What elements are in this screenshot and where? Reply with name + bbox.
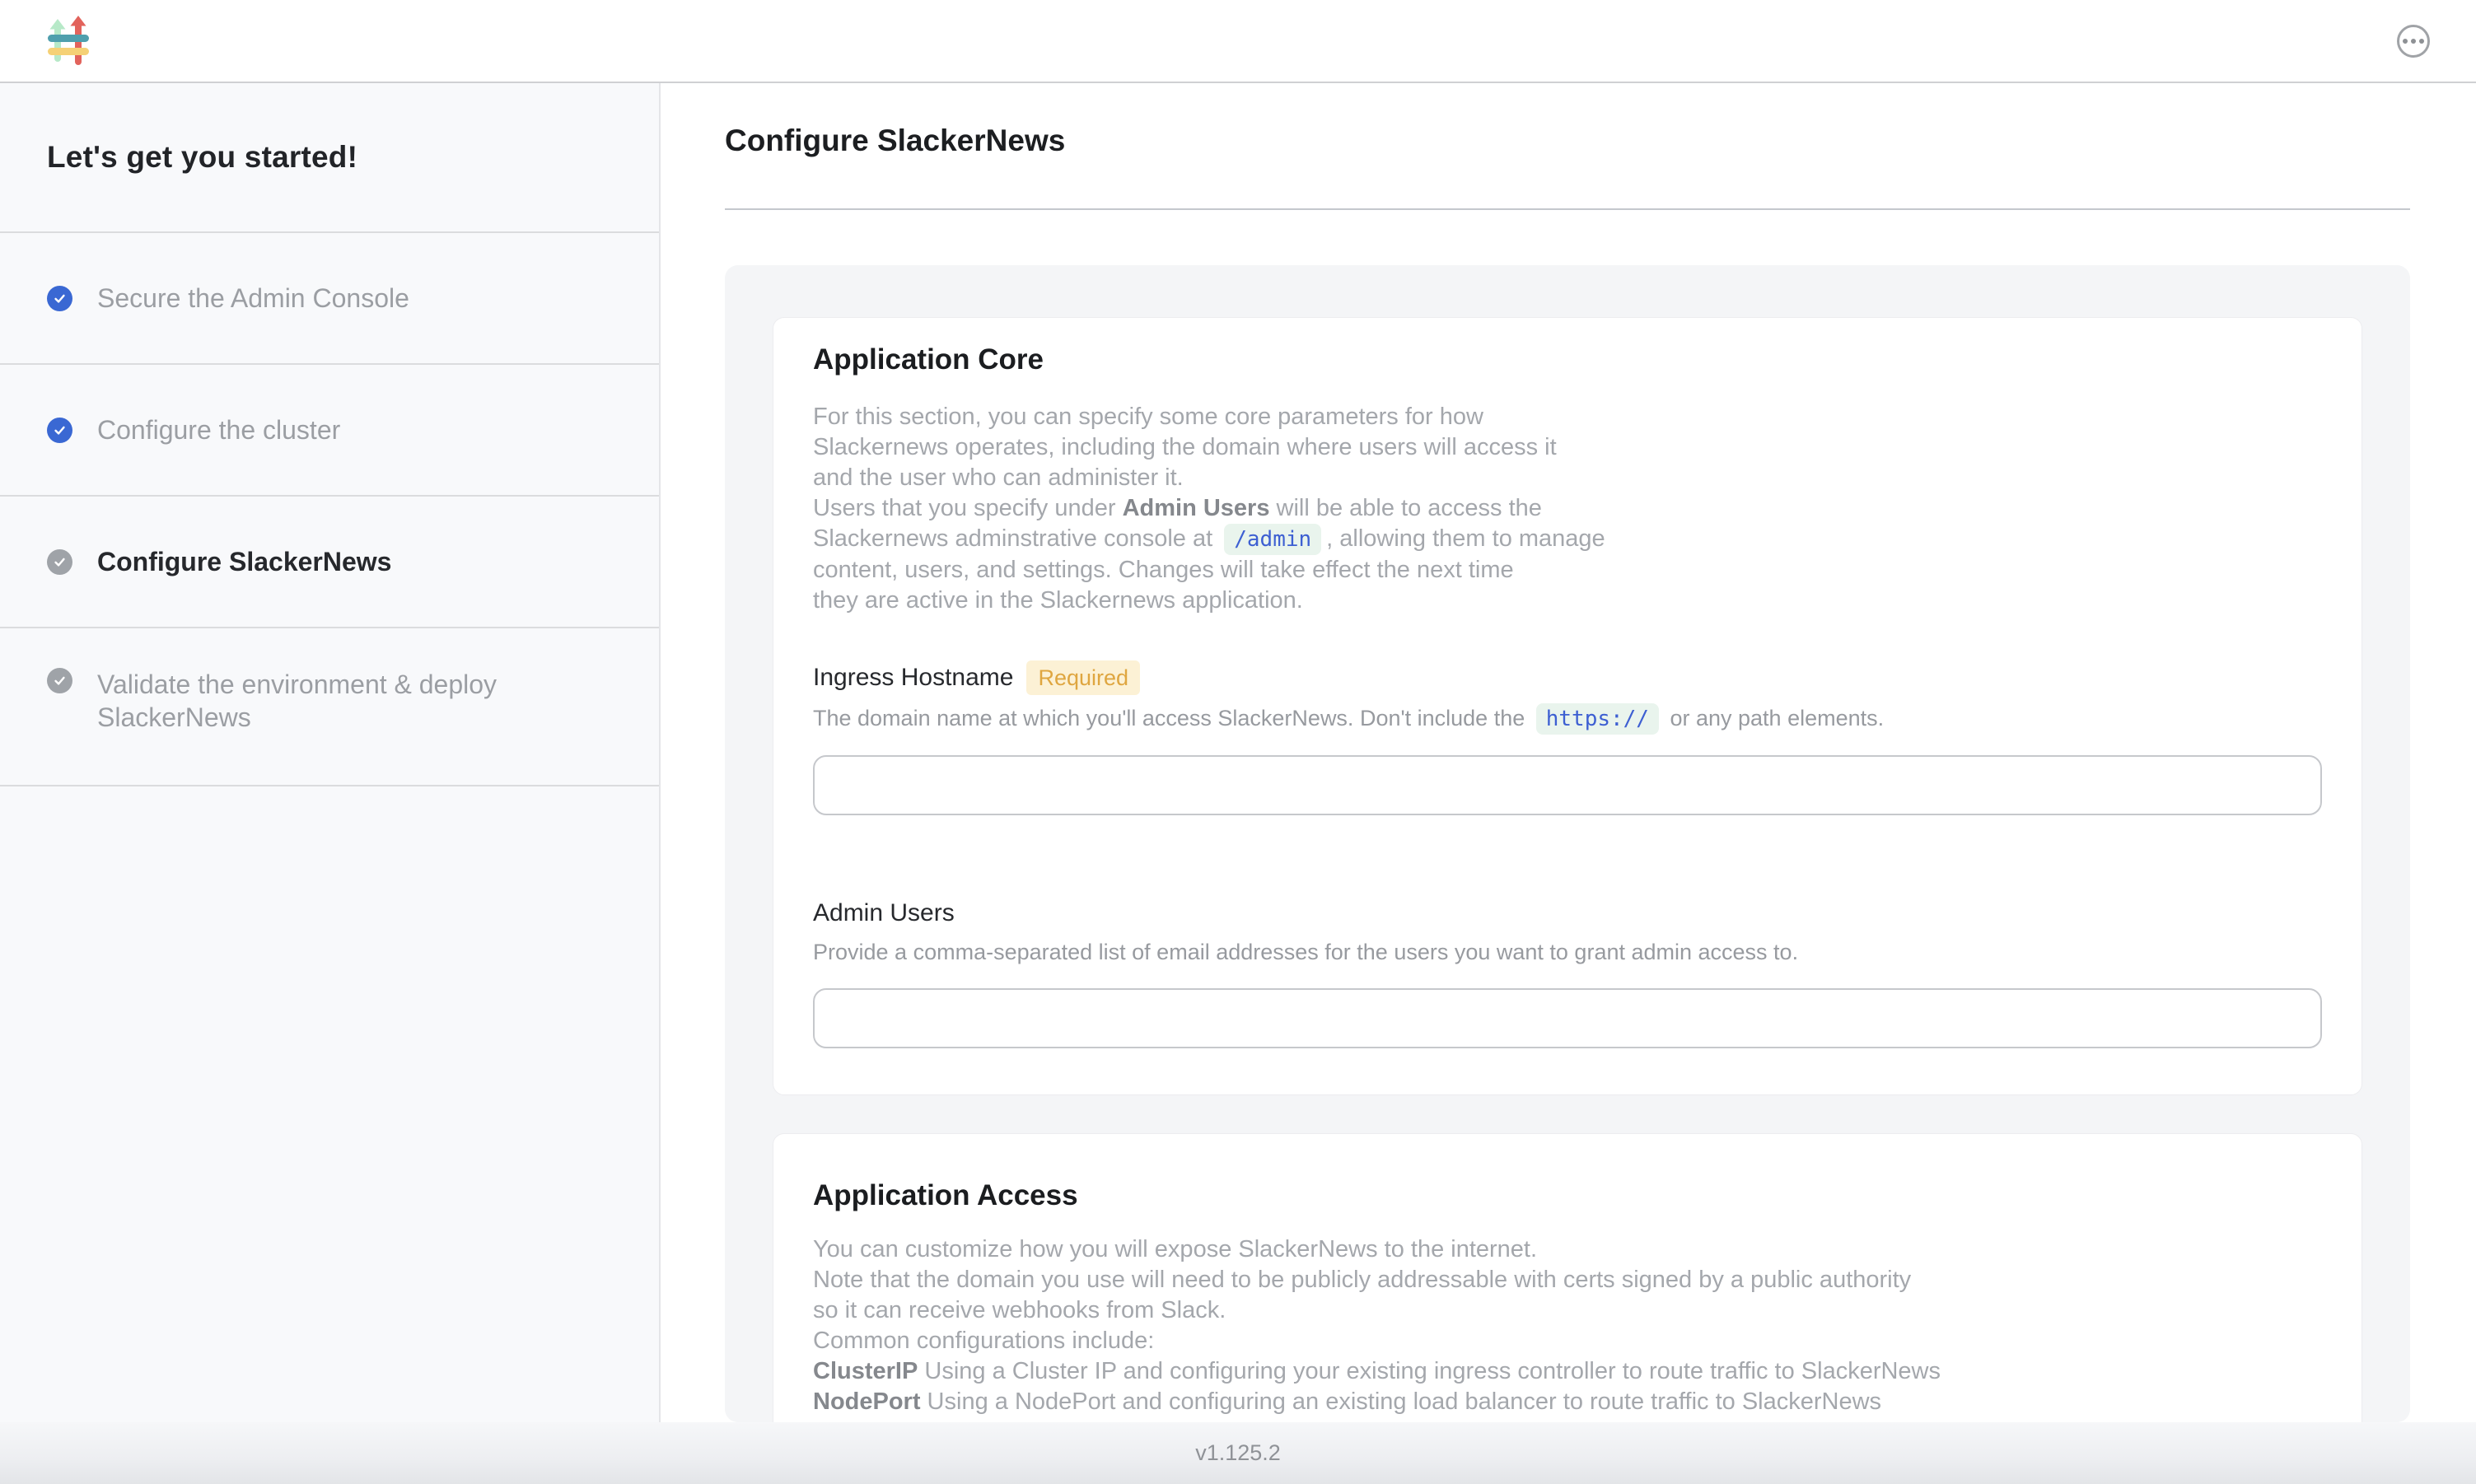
sidebar-step-secure-admin-console[interactable]: Secure the Admin Console — [0, 233, 659, 365]
admin-users-field: Admin Users Provide a comma-separated li… — [813, 898, 2322, 1048]
ellipsis-dot — [2403, 39, 2408, 44]
application-access-card: Application Access You can customize how… — [773, 1133, 2362, 1422]
step-label: Validate the environment & deploy Slacke… — [97, 668, 600, 734]
ingress-hostname-input[interactable] — [813, 755, 2322, 815]
version-label: v1.125.2 — [1195, 1440, 1281, 1466]
check-circle-icon — [47, 668, 72, 693]
sidebar-step-configure-cluster[interactable]: Configure the cluster — [0, 365, 659, 497]
app-window: Let's get you started! Secure the Admin … — [0, 0, 2476, 1484]
sidebar-step-validate-deploy[interactable]: Validate the environment & deploy Slacke… — [0, 628, 659, 786]
main-content: Configure SlackerNews Application Core F… — [661, 83, 2476, 1422]
step-label: Secure the Admin Console — [97, 282, 409, 315]
check-circle-icon — [47, 549, 72, 575]
config-form-panel: Application Core For this section, you c… — [725, 265, 2410, 1422]
setup-steps-sidebar: Let's get you started! Secure the Admin … — [0, 83, 661, 1422]
check-circle-icon — [47, 418, 72, 443]
application-access-heading: Application Access — [813, 1178, 2322, 1213]
top-navbar — [0, 0, 2476, 83]
admin-users-help: Provide a comma-separated list of email … — [813, 937, 2322, 967]
ellipsis-dot — [2419, 39, 2424, 44]
admin-users-label: Admin Users — [813, 898, 955, 929]
application-core-card: Application Core For this section, you c… — [773, 317, 2362, 1095]
application-core-heading: Application Core — [813, 343, 2322, 377]
slackernews-logo-icon — [47, 16, 90, 67]
step-label: Configure SlackerNews — [97, 545, 391, 578]
application-core-description: For this section, you can specify some c… — [813, 402, 2322, 616]
check-circle-icon — [47, 286, 72, 311]
sidebar-header: Let's get you started! — [0, 83, 659, 233]
admin-path-code-chip: /admin — [1224, 524, 1321, 555]
ellipsis-dot — [2411, 39, 2416, 44]
app-body: Let's get you started! Secure the Admin … — [0, 83, 2476, 1422]
ingress-hostname-field: Ingress Hostname Required The domain nam… — [813, 660, 2322, 815]
sidebar-heading: Let's get you started! — [47, 140, 357, 175]
required-badge: Required — [1026, 660, 1140, 695]
ingress-hostname-label: Ingress Hostname — [813, 662, 1013, 693]
title-divider — [725, 208, 2410, 210]
page-title: Configure SlackerNews — [725, 123, 2410, 159]
https-code-chip: https:// — [1536, 703, 1659, 735]
admin-users-input[interactable] — [813, 988, 2322, 1048]
step-label: Configure the cluster — [97, 413, 340, 446]
ingress-hostname-help: The domain name at which you'll access S… — [813, 703, 2322, 734]
application-access-description: You can customize how you will expose Sl… — [813, 1234, 2322, 1422]
app-footer: v1.125.2 — [0, 1422, 2476, 1484]
ellipsis-menu-button[interactable] — [2397, 25, 2430, 58]
sidebar-step-configure-slackernews[interactable]: Configure SlackerNews — [0, 497, 659, 628]
